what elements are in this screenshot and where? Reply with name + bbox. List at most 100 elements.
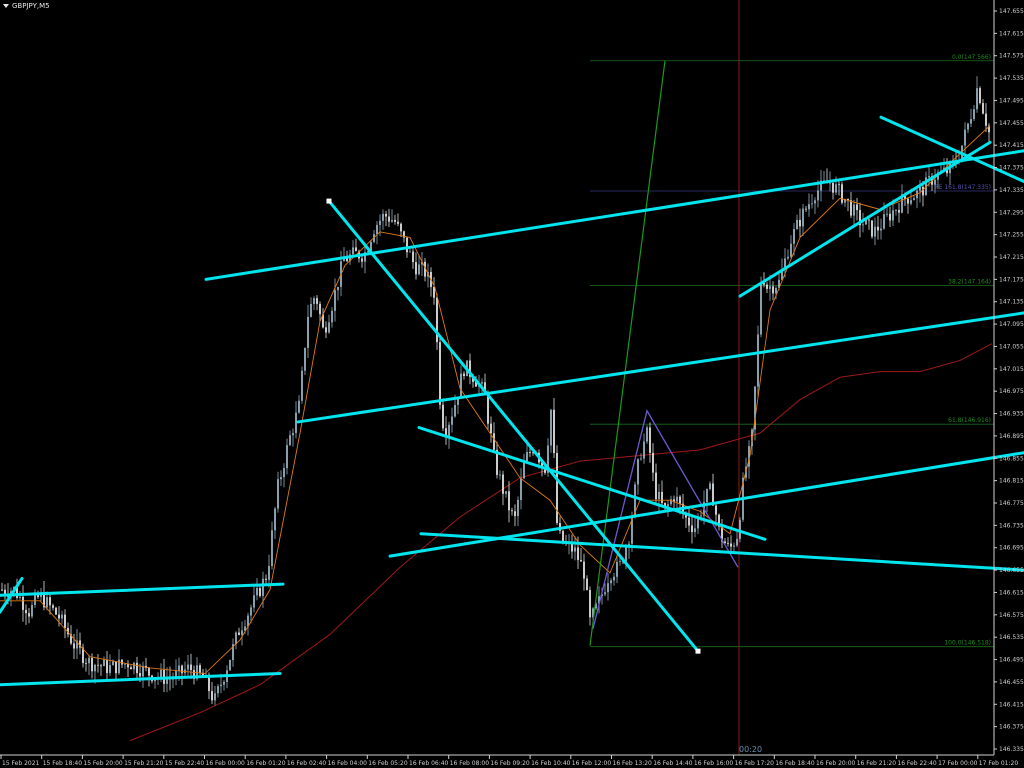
candle-body bbox=[133, 662, 135, 670]
candle-body bbox=[502, 474, 504, 494]
candle-body bbox=[265, 578, 267, 580]
candle-body bbox=[676, 496, 678, 502]
candle-body bbox=[661, 491, 663, 503]
candle-body bbox=[835, 184, 837, 193]
fibo-level-label: 100.0(146.518) bbox=[944, 640, 991, 647]
candle-body bbox=[871, 220, 873, 237]
time-tick-label: 16 Feb 16:00 bbox=[694, 760, 734, 767]
candle-body bbox=[910, 200, 912, 204]
candle-body bbox=[268, 566, 270, 580]
candle-body bbox=[412, 251, 414, 263]
dropdown-triangle-icon[interactable] bbox=[3, 4, 9, 8]
candle-body bbox=[667, 504, 669, 507]
candle-body bbox=[706, 488, 708, 503]
candle-body bbox=[514, 511, 516, 517]
candle-body bbox=[694, 528, 696, 533]
candle-body bbox=[511, 510, 513, 512]
candle-body bbox=[610, 580, 612, 584]
time-tick-label: 17 Feb 00:00 bbox=[938, 760, 978, 767]
candle-body bbox=[235, 632, 237, 645]
candle-body bbox=[334, 290, 336, 311]
candle-body bbox=[55, 607, 57, 615]
time-tick-label: 16 Feb 21:20 bbox=[857, 760, 897, 767]
candle-body bbox=[829, 182, 831, 184]
candle-body bbox=[355, 247, 357, 252]
candle-body bbox=[691, 525, 693, 533]
candle-body bbox=[517, 500, 519, 517]
candle-body bbox=[337, 286, 339, 291]
candle-body bbox=[214, 693, 216, 701]
candle-body bbox=[877, 226, 879, 231]
time-tick-label: 15 Feb 2021 bbox=[2, 760, 40, 767]
candle-body bbox=[277, 479, 279, 509]
green-ray bbox=[589, 60, 666, 646]
trendline-anchor-handle bbox=[326, 198, 332, 204]
fibo-level-label: 38.2(147.164) bbox=[948, 279, 991, 286]
time-tick-label: 15 Feb 21:20 bbox=[124, 760, 164, 767]
trendline-anchor-handle bbox=[695, 648, 701, 654]
candle-body bbox=[643, 441, 645, 459]
candle-body bbox=[286, 445, 288, 469]
candle-body bbox=[109, 665, 111, 674]
candle-body bbox=[331, 310, 333, 323]
candle-body bbox=[400, 223, 402, 232]
candle-body bbox=[115, 661, 117, 674]
candle-body bbox=[619, 561, 621, 562]
candle-body bbox=[967, 123, 969, 130]
candle-body bbox=[385, 213, 387, 217]
candle-body bbox=[73, 643, 75, 649]
candle-body bbox=[178, 665, 180, 671]
candle-body bbox=[700, 515, 702, 517]
candle-body bbox=[433, 286, 435, 298]
price-tick-label: 147.415 bbox=[999, 142, 1024, 149]
candle-body bbox=[679, 496, 681, 504]
candle-body bbox=[964, 129, 966, 146]
trendline bbox=[388, 451, 1024, 558]
candle-body bbox=[91, 657, 93, 672]
price-tick-label: 147.135 bbox=[999, 299, 1024, 306]
candle-body bbox=[106, 659, 108, 674]
candle-body bbox=[637, 459, 639, 485]
candle-body bbox=[709, 483, 711, 489]
candle-body bbox=[361, 258, 363, 262]
candle-body bbox=[490, 423, 492, 434]
candle-body bbox=[61, 614, 63, 619]
candle-body bbox=[34, 594, 36, 605]
time-tick-label: 15 Feb 20:00 bbox=[83, 760, 123, 767]
price-tick-label: 146.415 bbox=[999, 701, 1024, 708]
candle-body bbox=[298, 400, 300, 413]
candle-body bbox=[838, 184, 840, 186]
time-tick-label: 16 Feb 13:20 bbox=[613, 760, 653, 767]
candle-body bbox=[310, 304, 312, 317]
candle-body bbox=[271, 530, 273, 567]
price-tick-label: 146.735 bbox=[999, 522, 1024, 529]
price-tick-label: 147.295 bbox=[999, 209, 1024, 216]
candle-body bbox=[238, 632, 240, 635]
candle-body bbox=[289, 435, 291, 446]
time-tick-label: 16 Feb 01:20 bbox=[246, 760, 286, 767]
price-tick-label: 147.575 bbox=[999, 53, 1024, 60]
time-tick-label: 16 Feb 12:00 bbox=[572, 760, 612, 767]
candle-body bbox=[301, 370, 303, 401]
candle-body bbox=[94, 664, 96, 672]
candle-body bbox=[49, 597, 51, 606]
candle-body bbox=[241, 630, 243, 635]
candle-body bbox=[529, 452, 531, 453]
candle-body bbox=[391, 219, 393, 222]
candle-body bbox=[553, 409, 555, 454]
candle-body bbox=[775, 287, 777, 294]
price-tick-label: 147.535 bbox=[999, 75, 1024, 82]
candle-body bbox=[454, 404, 456, 417]
candle-body bbox=[934, 179, 936, 185]
price-chart[interactable]: 0.0(147.566) 38.2(147.164) 61.8(146.916) 10… bbox=[0, 0, 1024, 768]
fibo-extension-label: FE 161.8(147.335) bbox=[935, 184, 991, 191]
candle-body bbox=[292, 432, 294, 436]
candle-body bbox=[415, 262, 417, 275]
candle-body bbox=[613, 576, 615, 581]
candle-body bbox=[817, 190, 819, 201]
candle-body bbox=[787, 256, 789, 259]
candle-body bbox=[187, 664, 189, 670]
price-tick-label: 146.695 bbox=[999, 545, 1024, 552]
candle-body bbox=[487, 394, 489, 424]
candle-body bbox=[52, 605, 54, 608]
